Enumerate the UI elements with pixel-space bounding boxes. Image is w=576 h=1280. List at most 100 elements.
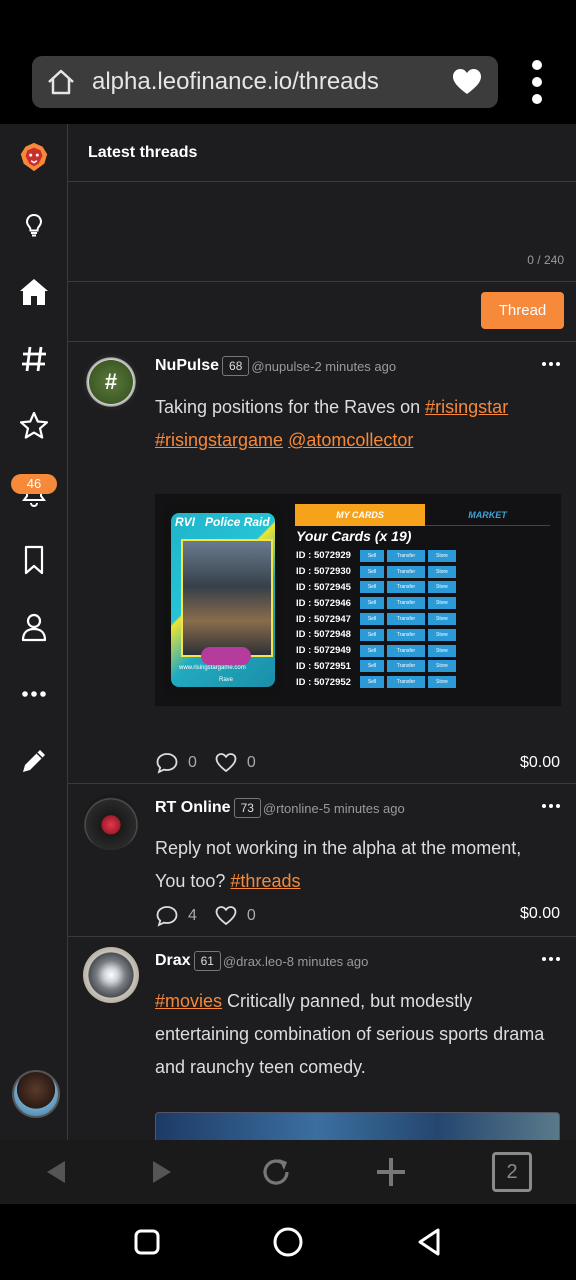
app-container: 46 Latest threads 0 / 240 Thread # NuPul… xyxy=(0,124,576,1140)
main-feed: Latest threads 0 / 240 Thread # NuPulse … xyxy=(68,124,576,1140)
cards-heading: Your Cards (x 19) xyxy=(296,528,412,544)
post-meta[interactable]: @nupulse-2 minutes ago xyxy=(251,359,396,374)
browser-toolbar: alpha.leofinance.io/threads xyxy=(0,0,576,124)
page-title: Latest threads xyxy=(68,124,576,182)
compose-pencil-icon[interactable] xyxy=(17,744,51,778)
post-actions: 0 0 xyxy=(156,752,274,774)
character-counter: 0 / 240 xyxy=(527,253,564,267)
reputation-badge: 68 xyxy=(222,356,250,376)
post-meta[interactable]: @drax.leo-8 minutes ago xyxy=(223,954,368,969)
payout-value: $0.00 xyxy=(519,754,560,771)
card-photo xyxy=(181,539,273,657)
like-heart-icon[interactable] xyxy=(215,905,237,927)
card-action-store: Store xyxy=(428,581,456,594)
hashtag-link[interactable]: #threads xyxy=(230,871,300,891)
hashtag-link[interactable]: #movies xyxy=(155,991,222,1011)
mention-link[interactable]: @atomcollector xyxy=(288,430,413,450)
tab-switcher-button[interactable]: 2 xyxy=(492,1152,532,1192)
post-image[interactable] xyxy=(155,1112,560,1140)
card-action-sell: Sell xyxy=(360,613,384,626)
url-text[interactable]: alpha.leofinance.io/threads xyxy=(92,68,452,96)
post-more-icon[interactable] xyxy=(542,362,560,366)
card-id-label: ID : 5072945 xyxy=(296,581,351,593)
author-avatar[interactable] xyxy=(83,794,139,850)
hashtag-link[interactable]: #risingstar xyxy=(425,397,508,417)
thread-composer-input[interactable]: 0 / 240 xyxy=(68,182,576,282)
card-id-row: ID : 5072929 Sell Transfer Store xyxy=(296,548,459,564)
thread-post: RT Online 73 @rtonline-5 minutes ago Rep… xyxy=(68,784,576,937)
tab-market: MARKET xyxy=(425,504,550,526)
profile-icon[interactable] xyxy=(17,610,51,644)
author-name[interactable]: NuPulse xyxy=(155,357,219,375)
post-more-icon[interactable] xyxy=(542,957,560,961)
address-bar[interactable]: alpha.leofinance.io/threads xyxy=(32,56,498,108)
like-count: 0 xyxy=(246,754,256,771)
post-thread-button[interactable]: Thread xyxy=(481,292,564,329)
post-text: Taking positions for the Raves on xyxy=(155,397,426,417)
comment-icon[interactable] xyxy=(156,752,178,774)
forward-icon[interactable] xyxy=(142,1152,182,1192)
more-options-icon[interactable] xyxy=(17,677,51,711)
card-action-store: Store xyxy=(428,597,456,610)
post-text: entertaining combination of serious spor… xyxy=(155,1024,545,1044)
lightbulb-icon[interactable] xyxy=(17,207,51,241)
back-triangle-icon[interactable] xyxy=(411,1224,447,1260)
post-more-icon[interactable] xyxy=(542,804,560,808)
card-action-sell: Sell xyxy=(360,660,384,673)
home-nav-icon[interactable] xyxy=(17,275,51,309)
sidebar: 46 xyxy=(0,124,68,1140)
system-navigation-bar xyxy=(0,1204,576,1280)
favorite-heart-icon[interactable] xyxy=(452,68,482,96)
card-action-transfer: Transfer xyxy=(387,597,425,610)
card-id-row: ID : 5072945 Sell Transfer Store xyxy=(296,580,459,596)
author-avatar[interactable]: # xyxy=(83,354,139,410)
post-header: Drax 61 @drax.leo-8 minutes ago xyxy=(155,951,368,971)
browser-menu-icon[interactable] xyxy=(526,60,548,104)
card-id-row: ID : 5072951 Sell Transfer Store xyxy=(296,659,459,675)
reputation-badge: 73 xyxy=(233,798,261,818)
card-action-transfer: Transfer xyxy=(387,549,425,562)
card-action-transfer: Transfer xyxy=(387,613,425,626)
card-action-sell: Sell xyxy=(360,644,384,657)
like-heart-icon[interactable] xyxy=(215,752,237,774)
back-icon[interactable] xyxy=(36,1152,76,1192)
home-icon[interactable] xyxy=(46,67,76,97)
card-type: Rave xyxy=(219,677,234,683)
author-avatar[interactable] xyxy=(83,947,139,1003)
hashtag-icon[interactable] xyxy=(17,342,51,376)
card-badge xyxy=(201,647,251,665)
card-id-row: ID : 5072947 Sell Transfer Store xyxy=(296,611,459,627)
like-count: 0 xyxy=(246,907,256,924)
card-id-label: ID : 5072946 xyxy=(296,597,351,609)
leofinance-logo-icon[interactable] xyxy=(17,140,51,174)
reload-icon[interactable] xyxy=(256,1152,296,1192)
card-action-sell: Sell xyxy=(360,565,384,578)
hashtag-link[interactable]: #risingstargame xyxy=(155,430,283,450)
home-button-icon[interactable] xyxy=(270,1224,306,1260)
card-id-row: ID : 5072946 Sell Transfer Store xyxy=(296,595,459,611)
card-id-row: ID : 5072930 Sell Transfer Store xyxy=(296,564,459,580)
post-image[interactable]: RVI Police Raid www.risingstargame.com R… xyxy=(155,494,561,706)
card-action-sell: Sell xyxy=(360,676,384,689)
post-actions: 4 0 xyxy=(156,905,274,927)
star-icon[interactable] xyxy=(17,409,51,443)
card-action-transfer: Transfer xyxy=(387,628,425,641)
card-action-store: Store xyxy=(428,549,456,562)
card-id-label: ID : 5072949 xyxy=(296,645,351,657)
author-name[interactable]: Drax xyxy=(155,952,191,970)
card-action-store: Store xyxy=(428,660,456,673)
card-id-label: ID : 5072951 xyxy=(296,660,351,672)
card-id-row: ID : 5072949 Sell Transfer Store xyxy=(296,643,459,659)
user-avatar[interactable] xyxy=(12,1070,60,1118)
new-tab-plus-icon[interactable] xyxy=(371,1152,411,1192)
post-meta[interactable]: @rtonline-5 minutes ago xyxy=(263,801,405,816)
bookmark-icon[interactable] xyxy=(17,543,51,577)
recent-apps-icon[interactable] xyxy=(129,1224,165,1260)
post-body: #movies Critically panned, but modestly … xyxy=(155,985,564,1084)
tab-my-cards: MY CARDS xyxy=(295,504,425,526)
author-name[interactable]: RT Online xyxy=(155,799,231,817)
comment-icon[interactable] xyxy=(156,905,178,927)
card-id-label: ID : 5072948 xyxy=(296,629,351,641)
card-action-sell: Sell xyxy=(360,628,384,641)
card-id-label: ID : 5072952 xyxy=(296,676,351,688)
